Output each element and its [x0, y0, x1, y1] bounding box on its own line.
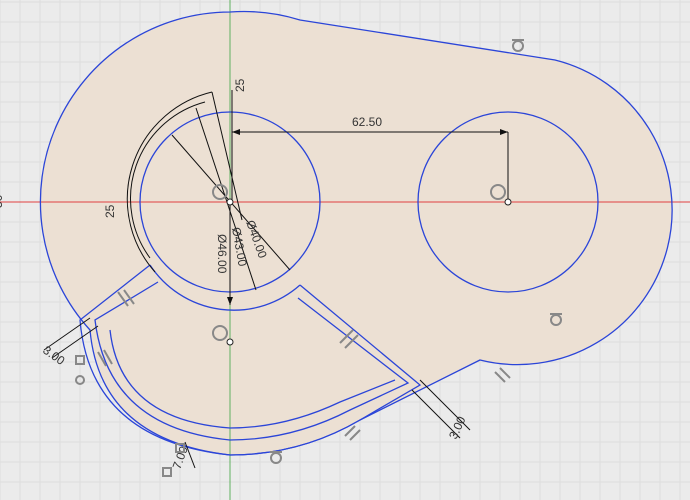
sketch-canvas[interactable]: 62.50 25 25 Ø40.00 Ø43.00 Ø46.00 3.00 3.…: [0, 0, 690, 500]
edge-label: 50: [0, 194, 5, 208]
sketch-svg[interactable]: 62.50 25 25 Ø40.00 Ø43.00 Ø46.00 3.00 3.…: [0, 0, 690, 500]
dim-center-distance-label[interactable]: 62.50: [352, 115, 382, 129]
parallel-icon[interactable]: [344, 425, 361, 441]
dim-horiz-label[interactable]: 25: [103, 204, 117, 218]
dim-vert-label[interactable]: 25: [233, 78, 247, 92]
profile-region[interactable]: [40, 11, 673, 456]
dim-dia-outer[interactable]: Ø46.00: [215, 234, 229, 274]
svg-text:3.00[interactable]: 3.00: [446, 414, 469, 441]
svg-text:7.00[interactable]: 7.00: [170, 444, 191, 471]
parallel-icon[interactable]: [494, 367, 511, 383]
svg-text:3.00[interactable]: 3.00: [40, 343, 67, 368]
